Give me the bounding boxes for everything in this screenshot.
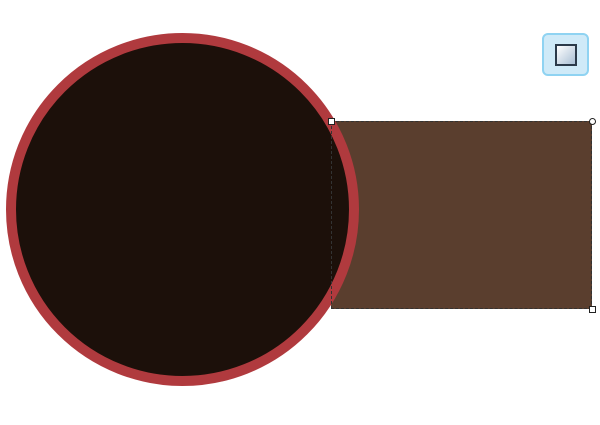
shape-style-button[interactable] [542, 33, 589, 76]
rotate-handle-top-right[interactable] [589, 118, 596, 125]
rectangle-shape[interactable] [331, 121, 592, 309]
resize-handle-top-left[interactable] [328, 118, 335, 125]
shape-style-icon [554, 43, 577, 66]
drawing-canvas[interactable] [0, 0, 600, 425]
circle-shape[interactable] [6, 33, 359, 386]
resize-handle-bottom-right[interactable] [589, 306, 596, 313]
